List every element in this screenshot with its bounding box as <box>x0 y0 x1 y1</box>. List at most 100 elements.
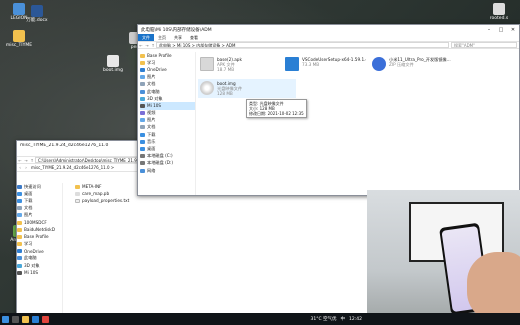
front-sidebar-item[interactable]: 图片 <box>140 74 195 81</box>
front-sidebar-item-label: 图片 <box>147 74 156 80</box>
sidebar-folder-icon <box>17 191 22 196</box>
tab-home[interactable]: 主页 <box>154 35 170 41</box>
front-address-bar[interactable]: ← → ↑ 此电脑 > Mi 10S > 内部存储设备 > ADM 搜索"ADM… <box>138 41 519 49</box>
tab-share[interactable]: 共享 <box>170 35 186 41</box>
sidebar-folder-icon <box>140 60 145 65</box>
back-sidebar-item-label: 下载 <box>24 197 33 203</box>
back-sidebar-item[interactable]: OneDrive <box>17 248 62 255</box>
front-sidebar-item[interactable]: 学习 <box>140 59 195 66</box>
desktop-icon-rooted[interactable]: rooted.s <box>482 3 516 21</box>
back-sidebar-item-label: OneDrive <box>24 248 44 254</box>
back-sidebar-item-label: 100MSDCF <box>24 220 47 226</box>
front-sidebar-item-label: 3D 对象 <box>147 95 163 101</box>
app-taskbar-icon[interactable] <box>41 315 49 323</box>
back-sidebar-item-label: BaiduNetdiskD <box>24 227 55 233</box>
back-sidebar: 快速访问 桌面 下载文档 图片 100MSDCF BaiduNetdiskD Base Pr… <box>17 183 63 319</box>
sidebar-folder-icon <box>140 139 145 144</box>
front-sidebar-item[interactable]: 文档 <box>140 81 195 88</box>
sidebar-folder-icon <box>140 96 145 101</box>
front-sidebar-item[interactable]: 网络 <box>140 167 195 174</box>
tab-file[interactable]: 文件 <box>138 34 154 41</box>
back-sidebar-item-label: 学习 <box>24 241 33 247</box>
browser-taskbar-icon[interactable] <box>31 315 39 323</box>
front-sidebar-item[interactable]: 下载 <box>140 131 195 138</box>
front-sidebar-item-label: 图片 <box>147 117 156 123</box>
disc-image-icon <box>200 81 214 95</box>
front-sidebar-item[interactable]: 本地磁盘 (D:) <box>140 160 195 167</box>
back-sidebar-item[interactable]: 学习 <box>17 241 62 248</box>
front-sidebar-item[interactable]: 桌面 <box>140 145 195 152</box>
word-doc-icon <box>31 5 43 17</box>
file-tile-apk[interactable]: base(2).apk APK 文件 18.7 MB <box>200 57 280 72</box>
file-tile-boot-img[interactable]: boot.img 光盘映像文件 128 MB <box>198 79 296 98</box>
front-window-titlebar[interactable]: 此电脑\Mi 10S\内部存储设备\ADM – □ ✕ <box>138 25 519 34</box>
back-sidebar-item[interactable]: 快速访问 <box>17 183 62 190</box>
front-sidebar-item[interactable]: Mi 10S <box>140 102 195 110</box>
front-sidebar-item[interactable]: 图片 <box>140 117 195 124</box>
back-sidebar-item-label: Base Profile <box>24 234 49 240</box>
sidebar-folder-icon <box>140 147 145 152</box>
sidebar-folder-icon <box>140 132 145 137</box>
sidebar-folder-icon <box>140 168 145 173</box>
search-input[interactable]: 搜索"ADM" <box>451 42 517 48</box>
sidebar-folder-icon <box>17 242 22 247</box>
ime-indicator[interactable]: 中 <box>341 316 346 322</box>
front-sidebar-item[interactable]: OneDrive <box>140 66 195 73</box>
front-sidebar-item[interactable]: 本地磁盘 (C:) <box>140 153 195 160</box>
sidebar-folder-icon <box>140 118 145 123</box>
back-sidebar-item[interactable]: 100MSDCF <box>17 219 62 226</box>
back-sidebar-item[interactable]: Base Profile <box>17 233 62 240</box>
front-sidebar-item-label: OneDrive <box>147 67 167 73</box>
file-tile-vscode-installer[interactable]: VSCodeUserSetup-x64-1.59.1.exe 73.3 MB <box>285 57 367 71</box>
list-item[interactable]: payload_properties.txt <box>75 197 129 204</box>
front-sidebar-item-label: 桌面 <box>147 146 156 152</box>
back-sidebar-item[interactable]: Mi 10S <box>17 269 62 276</box>
back-sidebar-item[interactable]: 此电脑 <box>17 255 62 262</box>
minimize-button[interactable]: – <box>483 25 495 34</box>
front-sidebar-item[interactable]: 音乐 <box>140 138 195 145</box>
front-window-title: 此电脑\Mi 10S\内部存储设备\ADM <box>141 27 212 33</box>
back-sidebar-item[interactable]: 3D 对象 <box>17 262 62 269</box>
front-sidebar-item[interactable]: Base Profile <box>140 52 195 59</box>
desktop-icon-boot-img[interactable]: boot.img <box>96 55 130 73</box>
file-tile-zip[interactable]: 小米11_Ultra_Pro_开发版镜像... ZIP 压缩文件 <box>372 57 454 71</box>
back-sidebar-item[interactable]: 下载 <box>17 197 62 204</box>
list-item[interactable]: care_map.pb <box>75 190 129 197</box>
back-file-list: META-INF care_map.pb payload_properties.… <box>75 183 129 205</box>
front-sidebar-item[interactable]: 视频 <box>140 110 195 117</box>
front-sidebar-item-label: 下载 <box>147 131 156 137</box>
weather-indicator[interactable]: 31°C 空气优 <box>310 316 336 322</box>
back-sidebar-item[interactable]: BaiduNetdiskD <box>17 226 62 233</box>
desktop-icon-misc-folder[interactable]: misc_TIYME <box>2 30 36 48</box>
front-explorer-window[interactable]: 此电脑\Mi 10S\内部存储设备\ADM – □ ✕ 文件 主页 共享 查看 … <box>137 24 520 196</box>
maximize-button[interactable]: □ <box>495 25 507 34</box>
front-sidebar-item[interactable]: 文档 <box>140 124 195 131</box>
sidebar-folder-icon <box>17 263 22 268</box>
front-address-path[interactable]: 此电脑 > Mi 10S > 内部存储设备 > ADM <box>156 42 449 48</box>
start-icon[interactable] <box>1 315 9 323</box>
sidebar-folder-icon <box>17 249 22 254</box>
sidebar-folder-icon <box>17 184 22 189</box>
front-sidebar-item-label: 文档 <box>147 124 156 130</box>
search-icon[interactable] <box>11 315 19 323</box>
taskbar: 31°C 空气优 中 12:42 <box>0 313 520 325</box>
explorer-taskbar-icon[interactable] <box>21 315 29 323</box>
clock[interactable]: 12:42 <box>349 317 362 322</box>
back-sidebar-item[interactable]: 桌面 <box>17 190 62 197</box>
tab-view[interactable]: 查看 <box>186 35 202 41</box>
sidebar-folder-icon <box>140 161 145 166</box>
sidebar-folder-icon <box>17 220 22 225</box>
front-sidebar-item[interactable]: 此电脑 <box>140 88 195 95</box>
back-sidebar-item[interactable]: 文档 <box>17 205 62 212</box>
close-button[interactable]: ✕ <box>507 25 519 34</box>
front-sidebar-item[interactable]: 3D 对象 <box>140 95 195 102</box>
file-icon <box>75 191 80 196</box>
hand <box>467 252 520 322</box>
front-sidebar: Base Profile 学习 OneDrive 图片 文档 此电脑 3D 对象 Mi 10S… <box>138 52 196 195</box>
back-sidebar-item[interactable]: 图片 <box>17 212 62 219</box>
back-sidebar-item-label: 桌面 <box>24 190 33 196</box>
list-item[interactable]: META-INF <box>75 183 129 190</box>
front-sidebar-item-label: 视频 <box>147 110 156 116</box>
desktop-icon-docx[interactable]: 万能.docx <box>20 5 54 23</box>
front-sidebar-item-label: 文档 <box>147 81 156 87</box>
